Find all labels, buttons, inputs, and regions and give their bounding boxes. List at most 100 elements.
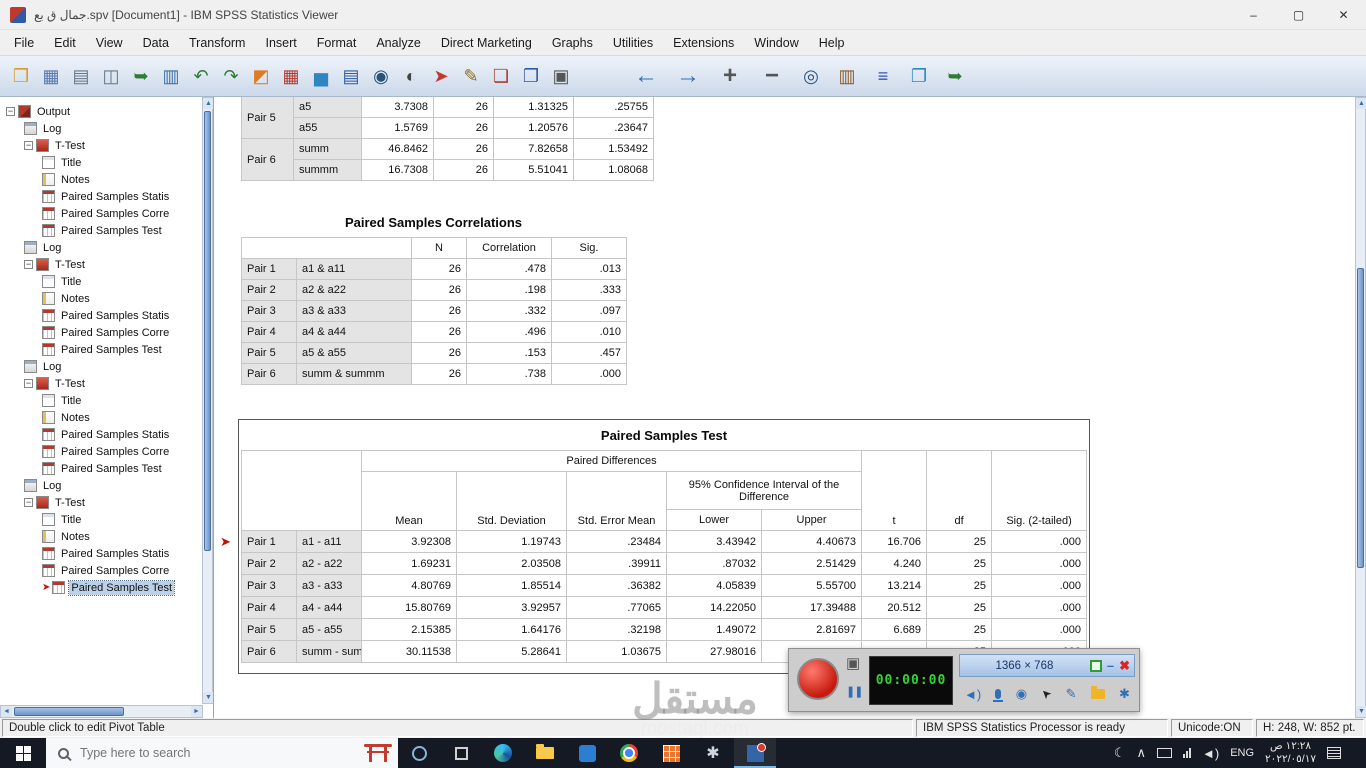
tree-item-log[interactable]: Log bbox=[2, 239, 200, 256]
tree-item-paired-samples-statis[interactable]: Paired Samples Statis bbox=[2, 307, 200, 324]
tree-expander-icon[interactable]: − bbox=[24, 379, 33, 388]
menu-insert[interactable]: Insert bbox=[255, 33, 306, 53]
tree-expander-icon[interactable]: − bbox=[24, 260, 33, 269]
taskbar-search[interactable] bbox=[46, 738, 398, 768]
find-icon[interactable]: ◉ bbox=[366, 61, 396, 91]
cortana-icon[interactable] bbox=[398, 738, 440, 768]
menu-direct-marketing[interactable]: Direct Marketing bbox=[431, 33, 542, 53]
action-center-icon[interactable] bbox=[1327, 747, 1341, 759]
tree-item-paired-samples-corre[interactable]: Paired Samples Corre bbox=[2, 205, 200, 222]
export-output-icon[interactable]: ➥ bbox=[126, 61, 156, 91]
tree-item-paired-samples-statis[interactable]: Paired Samples Statis bbox=[2, 545, 200, 562]
outline-vertical-scrollbar[interactable]: ▲ ▼ bbox=[202, 97, 213, 704]
stop-button[interactable] bbox=[1089, 659, 1102, 672]
export-icon[interactable]: ➥ bbox=[940, 61, 970, 91]
gear-icon[interactable]: ✱ bbox=[1119, 686, 1130, 702]
menu-analyze[interactable]: Analyze bbox=[366, 33, 430, 53]
menu-file[interactable]: File bbox=[4, 33, 44, 53]
search-input[interactable] bbox=[78, 745, 288, 761]
forward-icon[interactable]: → bbox=[670, 61, 706, 91]
zoom-icon[interactable]: ◎ bbox=[796, 61, 826, 91]
scroll-thumb[interactable] bbox=[204, 111, 211, 551]
store-icon[interactable] bbox=[566, 738, 608, 768]
record-button[interactable] bbox=[797, 658, 839, 700]
print-preview-icon[interactable]: ◫ bbox=[96, 61, 126, 91]
scroll-thumb[interactable] bbox=[14, 707, 124, 716]
menu-transform[interactable]: Transform bbox=[179, 33, 256, 53]
task-view-icon[interactable] bbox=[440, 738, 482, 768]
language-indicator[interactable]: ENG bbox=[1230, 747, 1254, 759]
variables-icon[interactable]: ▤ bbox=[336, 61, 366, 91]
volume-icon[interactable]: ◄) bbox=[1202, 746, 1219, 761]
tree-item-output[interactable]: − Output bbox=[2, 103, 200, 120]
menu-window[interactable]: Window bbox=[744, 33, 808, 53]
scroll-down-icon[interactable]: ▼ bbox=[1356, 706, 1366, 717]
print-icon[interactable]: ▤ bbox=[66, 61, 96, 91]
speaker-icon[interactable]: ◄) bbox=[964, 687, 981, 702]
maximize-button[interactable]: ▢ bbox=[1276, 0, 1321, 29]
outline-horizontal-scrollbar[interactable]: ◄ ► bbox=[0, 705, 203, 718]
menu-help[interactable]: Help bbox=[809, 33, 855, 53]
focus-assist-moon-icon[interactable]: ☾ bbox=[1114, 745, 1126, 761]
tree-item-paired-samples-test[interactable]: Paired Samples Test bbox=[2, 341, 200, 358]
tree-item-log[interactable]: Log bbox=[2, 477, 200, 494]
insert-chart-icon[interactable]: ▅ bbox=[306, 61, 336, 91]
tree-item-title[interactable]: Title bbox=[2, 154, 200, 171]
use-sets-icon[interactable]: ◐ bbox=[396, 61, 426, 91]
select-last-output-icon[interactable]: ➤ bbox=[426, 61, 456, 91]
minimize-button[interactable]: – bbox=[1231, 0, 1276, 29]
scroll-left-icon[interactable]: ◄ bbox=[1, 706, 12, 717]
spss-data-icon[interactable] bbox=[650, 738, 692, 768]
demote-icon[interactable]: − bbox=[754, 61, 790, 91]
camera-icon[interactable]: ▣ bbox=[846, 654, 860, 672]
menu-extensions[interactable]: Extensions bbox=[663, 33, 744, 53]
pause-button[interactable]: ❚❚ bbox=[846, 685, 863, 698]
menu-format[interactable]: Format bbox=[307, 33, 367, 53]
file-explorer-icon[interactable] bbox=[524, 738, 566, 768]
screenshot-icon[interactable]: ▣ bbox=[546, 61, 576, 91]
open-file-icon[interactable]: ❒ bbox=[6, 61, 36, 91]
goto-chart-icon[interactable]: ◩ bbox=[246, 61, 276, 91]
paired-samples-correlations-block[interactable]: Paired Samples Correlations N Correlation… bbox=[241, 215, 627, 385]
insert-title-icon[interactable]: ❐ bbox=[516, 61, 546, 91]
menu-data[interactable]: Data bbox=[133, 33, 179, 53]
tree-item-paired-samples-statis[interactable]: Paired Samples Statis bbox=[2, 426, 200, 443]
close-button[interactable]: ✕ bbox=[1321, 0, 1366, 29]
tree-item-t-test[interactable]: − T-Test bbox=[2, 256, 200, 273]
clock[interactable]: ١٢:٢٨ ص ٢٠٢٢/٠٥/١٧ bbox=[1265, 740, 1316, 766]
tree-expander-icon[interactable]: − bbox=[24, 141, 33, 150]
tree-item-log[interactable]: Log bbox=[2, 358, 200, 375]
scroll-up-icon[interactable]: ▲ bbox=[203, 98, 213, 109]
tree-item-title[interactable]: Title bbox=[2, 392, 200, 409]
tree-item-paired-samples-test[interactable]: ➤ Paired Samples Test bbox=[2, 579, 200, 596]
tree-item-paired-samples-corre[interactable]: Paired Samples Corre bbox=[2, 324, 200, 341]
microphone-icon[interactable] bbox=[993, 689, 1004, 702]
network-icon[interactable] bbox=[1183, 748, 1191, 758]
recall-dialogs-icon[interactable]: ▥ bbox=[156, 61, 186, 91]
content-vertical-scrollbar[interactable]: ▲ ▼ bbox=[1355, 97, 1366, 718]
menu-utilities[interactable]: Utilities bbox=[603, 33, 663, 53]
tree-item-log[interactable]: Log bbox=[2, 120, 200, 137]
tree-item-paired-samples-test[interactable]: Paired Samples Test bbox=[2, 222, 200, 239]
scroll-right-icon[interactable]: ► bbox=[191, 706, 202, 717]
edge-icon[interactable] bbox=[482, 738, 524, 768]
menu-graphs[interactable]: Graphs bbox=[542, 33, 603, 53]
tree-item-t-test[interactable]: − T-Test bbox=[2, 375, 200, 392]
tree-item-paired-samples-test[interactable]: Paired Samples Test bbox=[2, 460, 200, 477]
insert-heading-icon[interactable]: ❏ bbox=[486, 61, 516, 91]
redo-icon[interactable]: ↷ bbox=[216, 61, 246, 91]
save-icon[interactable]: ▦ bbox=[36, 61, 66, 91]
webcam-icon[interactable]: ◉ bbox=[1016, 686, 1027, 702]
tree-item-t-test[interactable]: − T-Test bbox=[2, 137, 200, 154]
tree-item-paired-samples-corre[interactable]: Paired Samples Corre bbox=[2, 443, 200, 460]
folder-icon[interactable] bbox=[1090, 686, 1105, 699]
tree-expander-icon[interactable]: − bbox=[24, 498, 33, 507]
tree-expander-icon[interactable]: − bbox=[6, 107, 15, 116]
spss-viewer-icon[interactable] bbox=[734, 738, 776, 768]
tree-item-t-test[interactable]: − T-Test bbox=[2, 494, 200, 511]
display-icon[interactable] bbox=[1157, 748, 1172, 758]
goto-data-icon[interactable]: ▦ bbox=[276, 61, 306, 91]
tray-chevron-icon[interactable]: ∧ bbox=[1136, 745, 1146, 761]
back-icon[interactable]: ← bbox=[628, 61, 664, 91]
scroll-down-icon[interactable]: ▼ bbox=[203, 692, 213, 703]
